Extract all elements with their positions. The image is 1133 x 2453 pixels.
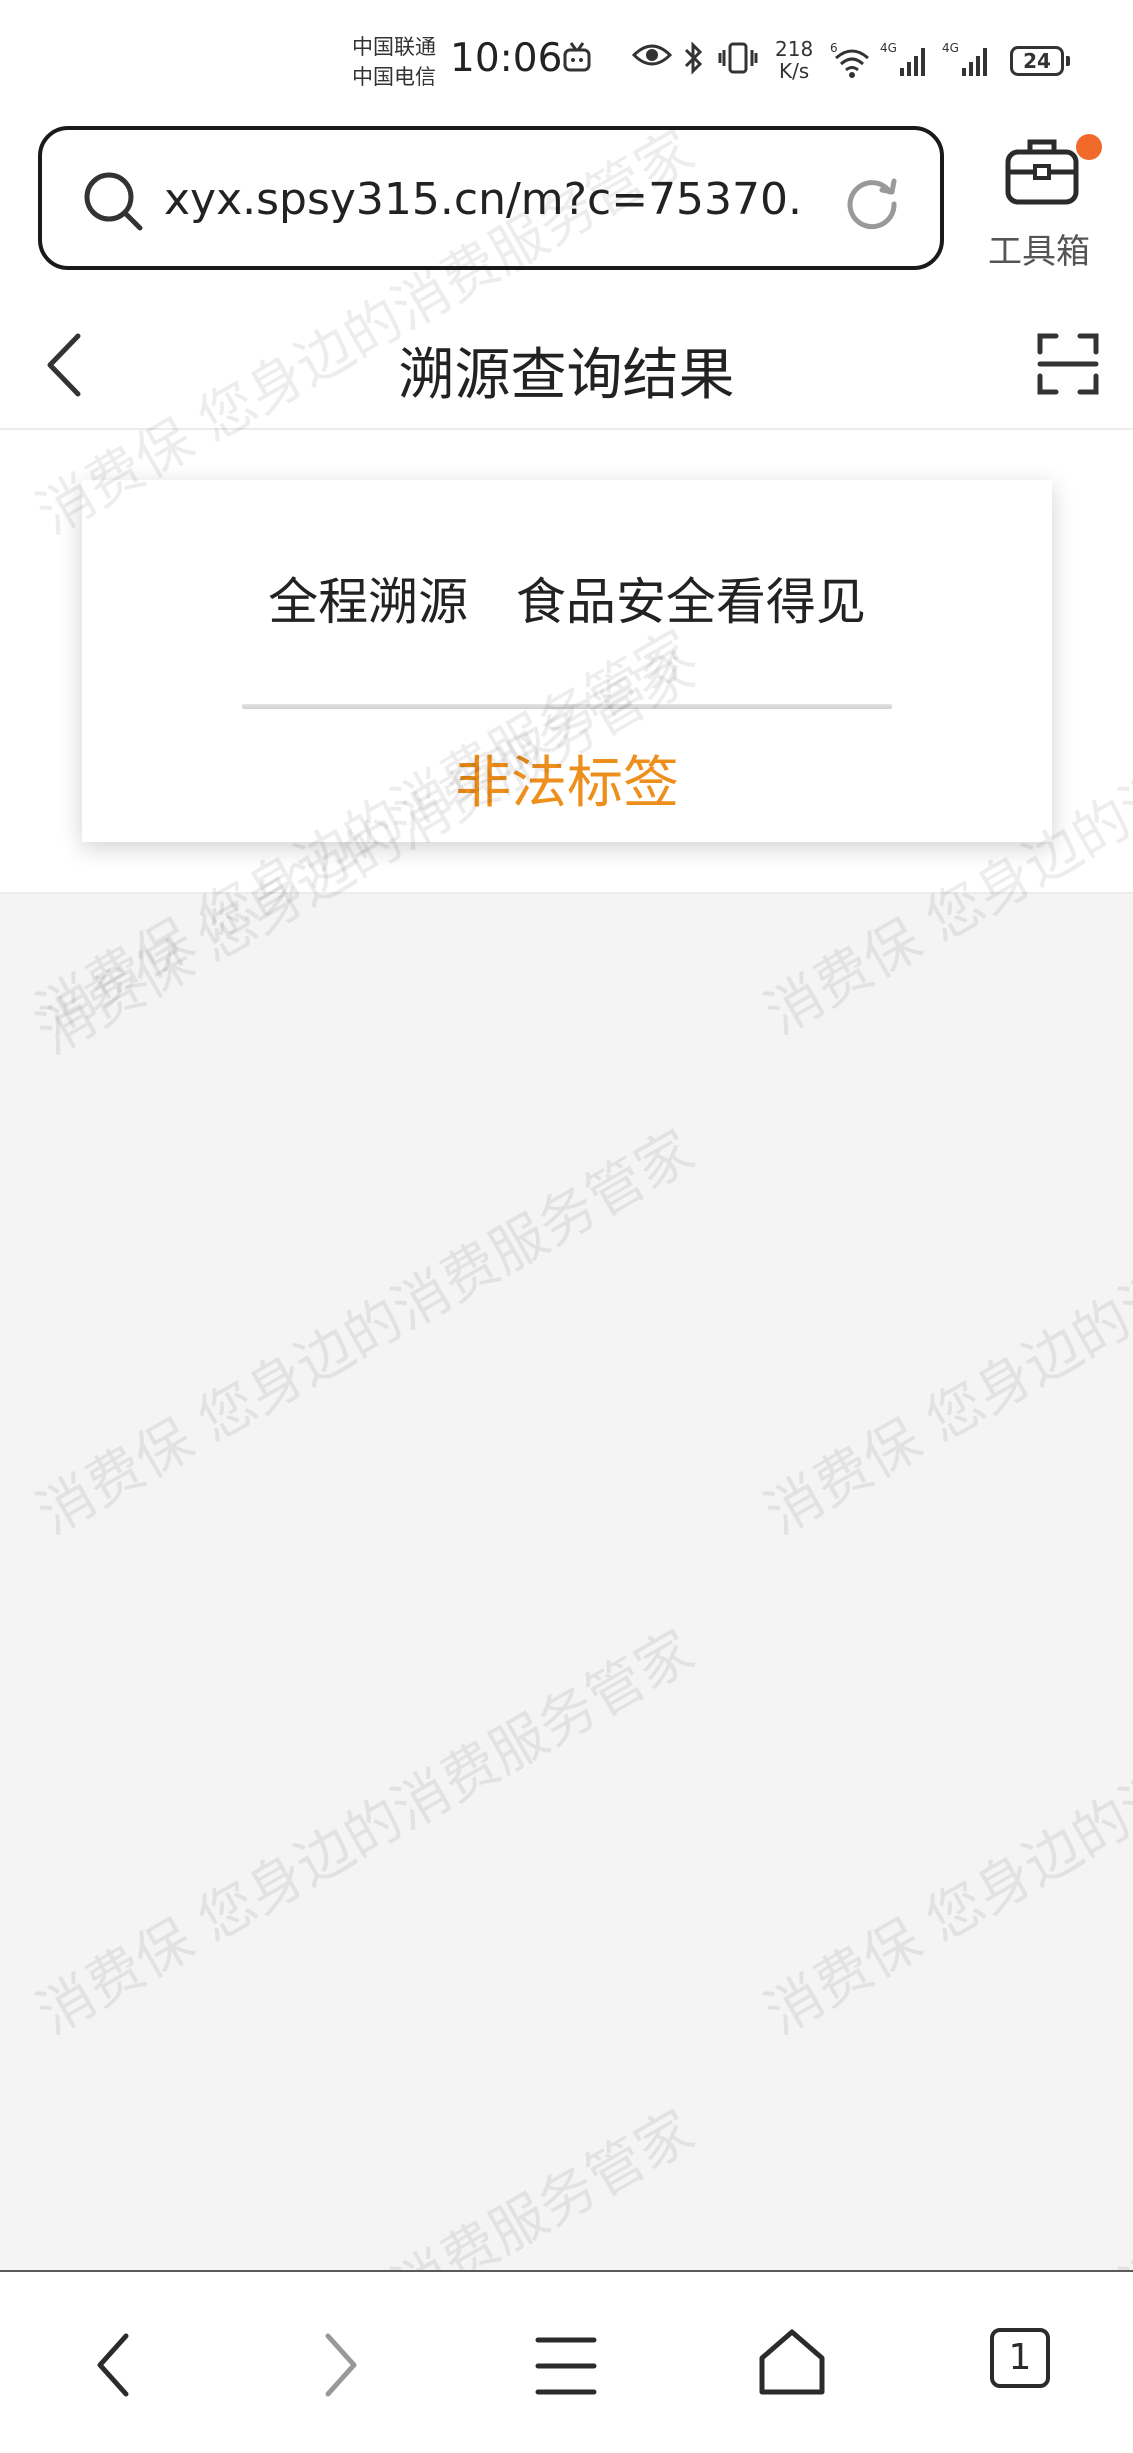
toolbox-button[interactable]: 工具箱 [980, 132, 1102, 272]
toolbox-icon [1004, 136, 1080, 210]
signal-1-label: 4G [880, 41, 897, 55]
scan-icon[interactable] [1036, 332, 1100, 400]
clock: 10:06 [450, 36, 563, 81]
page-title: 溯源查询结果 [398, 343, 735, 408]
forward-icon[interactable] [316, 2330, 366, 2404]
toolbox-label: 工具箱 [988, 232, 1090, 272]
card-divider [242, 704, 892, 709]
result-card: 全程溯源 食品安全看得见 非法标签 [82, 480, 1052, 842]
address-bar[interactable]: xyx.spsy315.cn/m?c=75370... [38, 126, 944, 270]
carrier-info: 中国联通 中国电信 [352, 32, 436, 92]
eye-icon [631, 40, 673, 74]
signal-1-icon: 4G [880, 40, 936, 84]
tv-app-icon [562, 40, 592, 78]
wifi-icon: 6 [830, 40, 874, 84]
notification-dot [1076, 134, 1102, 160]
content-area: 全程溯源 食品安全看得见 非法标签 [0, 430, 1133, 894]
wifi-label: 6 [830, 41, 838, 55]
url-text[interactable]: xyx.spsy315.cn/m?c=75370... [164, 174, 804, 225]
tabs-count-button[interactable]: 1 [990, 2328, 1050, 2388]
battery-indicator: 24 [1010, 46, 1070, 76]
refresh-icon[interactable] [842, 170, 902, 234]
home-icon[interactable] [756, 2326, 828, 2402]
back-icon[interactable] [88, 2330, 138, 2404]
bluetooth-icon [682, 40, 706, 80]
card-slogan: 全程溯源 食品安全看得见 [268, 573, 866, 631]
carrier-2: 中国电信 [352, 65, 436, 89]
menu-icon[interactable] [534, 2334, 598, 2402]
net-speed-value: 218 [775, 37, 814, 61]
empty-area [0, 894, 1133, 2270]
page-header: 溯源查询结果 [0, 300, 1133, 430]
signal-2-label: 4G [942, 41, 959, 55]
bottom-nav: 1 [0, 2270, 1133, 2453]
net-speed-unit: K/s [778, 59, 810, 83]
status-bar: 中国联通 中国电信 10:06 218 K/s 6 4G 4G 24 [0, 0, 1133, 120]
net-speed: 218 K/s [775, 38, 813, 82]
search-icon [82, 170, 146, 238]
result-status: 非法标签 [455, 751, 679, 816]
vibrate-icon [718, 40, 758, 80]
carrier-1: 中国联通 [352, 35, 436, 59]
signal-2-icon: 4G [942, 40, 998, 84]
